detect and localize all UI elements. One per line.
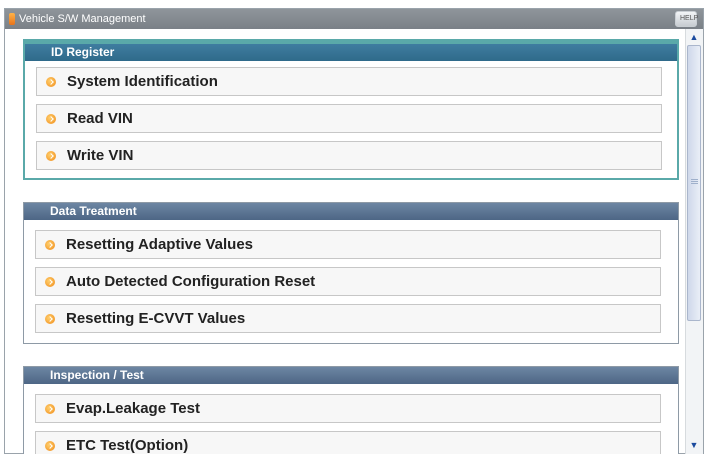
menu-item-auto-detected-configuration-reset[interactable]: Auto Detected Configuration Reset xyxy=(35,267,661,296)
arrow-bullet-icon xyxy=(45,404,55,414)
section-data-treatment: Data Treatment Resetting Adaptive Values… xyxy=(23,202,679,344)
scroll-thumb[interactable] xyxy=(687,45,701,321)
section-header: ID Register xyxy=(25,41,677,61)
arrow-bullet-icon xyxy=(45,277,55,287)
arrow-bullet-icon xyxy=(46,151,56,161)
section-header: Inspection / Test xyxy=(24,367,678,384)
menu-item-label: System Identification xyxy=(67,73,218,90)
vertical-scrollbar[interactable]: ▲ ▼ xyxy=(685,29,703,454)
section-id-register: ID Register System Identification Read V… xyxy=(23,39,679,180)
menu-item-label: Evap.Leakage Test xyxy=(66,400,200,417)
menu-item-label: ETC Test(Option) xyxy=(66,437,189,454)
menu-item-resetting-adaptive-values[interactable]: Resetting Adaptive Values xyxy=(35,230,661,259)
menu-item-system-identification[interactable]: System Identification xyxy=(36,67,662,96)
section-header: Data Treatment xyxy=(24,203,678,220)
help-button[interactable]: HELP xyxy=(675,11,699,27)
menu-item-label: Write VIN xyxy=(67,147,134,164)
window-title: Vehicle S/W Management xyxy=(19,13,146,25)
arrow-bullet-icon xyxy=(45,240,55,250)
menu-item-resetting-e-cvvt-values[interactable]: Resetting E-CVVT Values xyxy=(35,304,661,333)
help-label: HELP xyxy=(680,15,699,22)
title-bar: Vehicle S/W Management HELP xyxy=(5,9,703,29)
arrow-bullet-icon xyxy=(46,77,56,87)
menu-item-label: Read VIN xyxy=(67,110,133,127)
grip-icon xyxy=(691,179,698,180)
section-inspection-test: Inspection / Test Evap.Leakage Test ETC … xyxy=(23,366,679,454)
arrow-bullet-icon xyxy=(46,114,56,124)
app-icon xyxy=(9,13,15,25)
arrow-bullet-icon xyxy=(45,314,55,324)
app-window: Vehicle S/W Management HELP ID Register … xyxy=(4,8,704,454)
scroll-down-icon[interactable]: ▼ xyxy=(687,438,701,452)
menu-item-label: Resetting E-CVVT Values xyxy=(66,310,246,327)
menu-item-write-vin[interactable]: Write VIN xyxy=(36,141,662,170)
arrow-bullet-icon xyxy=(45,441,55,451)
menu-item-read-vin[interactable]: Read VIN xyxy=(36,104,662,133)
menu-content: ID Register System Identification Read V… xyxy=(5,29,685,454)
menu-item-label: Resetting Adaptive Values xyxy=(66,236,254,253)
menu-item-evap-leakage-test[interactable]: Evap.Leakage Test xyxy=(35,394,661,423)
scroll-up-icon[interactable]: ▲ xyxy=(687,30,701,44)
menu-item-label: Auto Detected Configuration Reset xyxy=(66,273,316,290)
menu-item-etc-test[interactable]: ETC Test(Option) xyxy=(35,431,661,454)
